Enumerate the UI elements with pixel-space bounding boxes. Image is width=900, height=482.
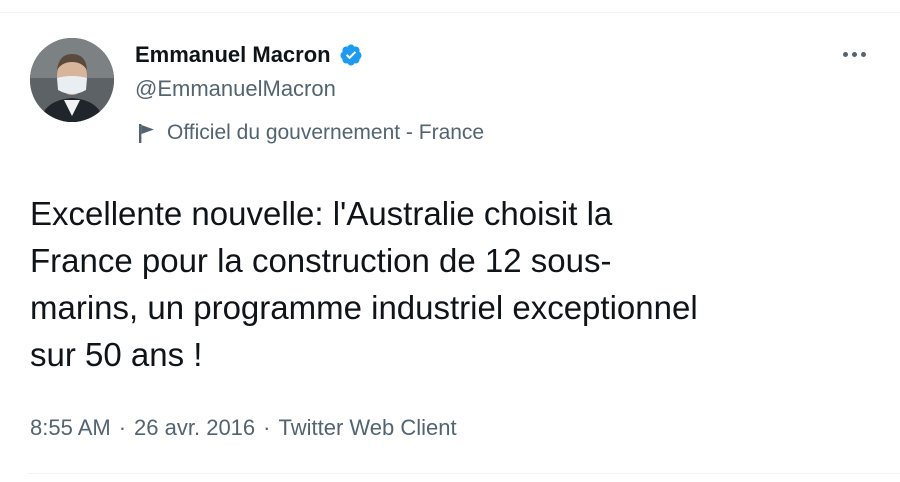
- more-dot-icon: [851, 51, 857, 57]
- author-handle[interactable]: @EmmanuelMacron: [135, 76, 336, 102]
- top-divider: [0, 12, 900, 13]
- government-affiliation: Officiel du gouvernement - France: [137, 118, 484, 148]
- more-options-button[interactable]: [838, 42, 870, 66]
- tweet-metadata: 8:55 AM · 26 avr. 2016 · Twitter Web Cli…: [30, 415, 457, 441]
- profile-photo-icon: [30, 38, 114, 122]
- tweet-text: Excellente nouvelle: l'Australie choisit…: [30, 195, 698, 373]
- tweet-time[interactable]: 8:55 AM: [30, 415, 111, 441]
- avatar[interactable]: [30, 38, 114, 122]
- more-dot-icon: [860, 51, 866, 57]
- tweet-date[interactable]: 26 avr. 2016: [134, 415, 255, 441]
- bottom-divider: [28, 473, 900, 474]
- tweet-source[interactable]: Twitter Web Client: [278, 415, 456, 441]
- tweet-card: Emmanuel Macron @EmmanuelMacron Officiel…: [0, 0, 900, 482]
- more-dot-icon: [842, 51, 848, 57]
- meta-separator: ·: [118, 415, 127, 440]
- author-display-name[interactable]: Emmanuel Macron: [135, 42, 331, 68]
- flag-icon: [139, 124, 154, 143]
- author-name-row: Emmanuel Macron: [135, 38, 363, 72]
- affiliation-label: Officiel du gouvernement - France: [167, 121, 485, 144]
- meta-separator: ·: [263, 415, 271, 440]
- verified-badge-icon: [340, 44, 362, 66]
